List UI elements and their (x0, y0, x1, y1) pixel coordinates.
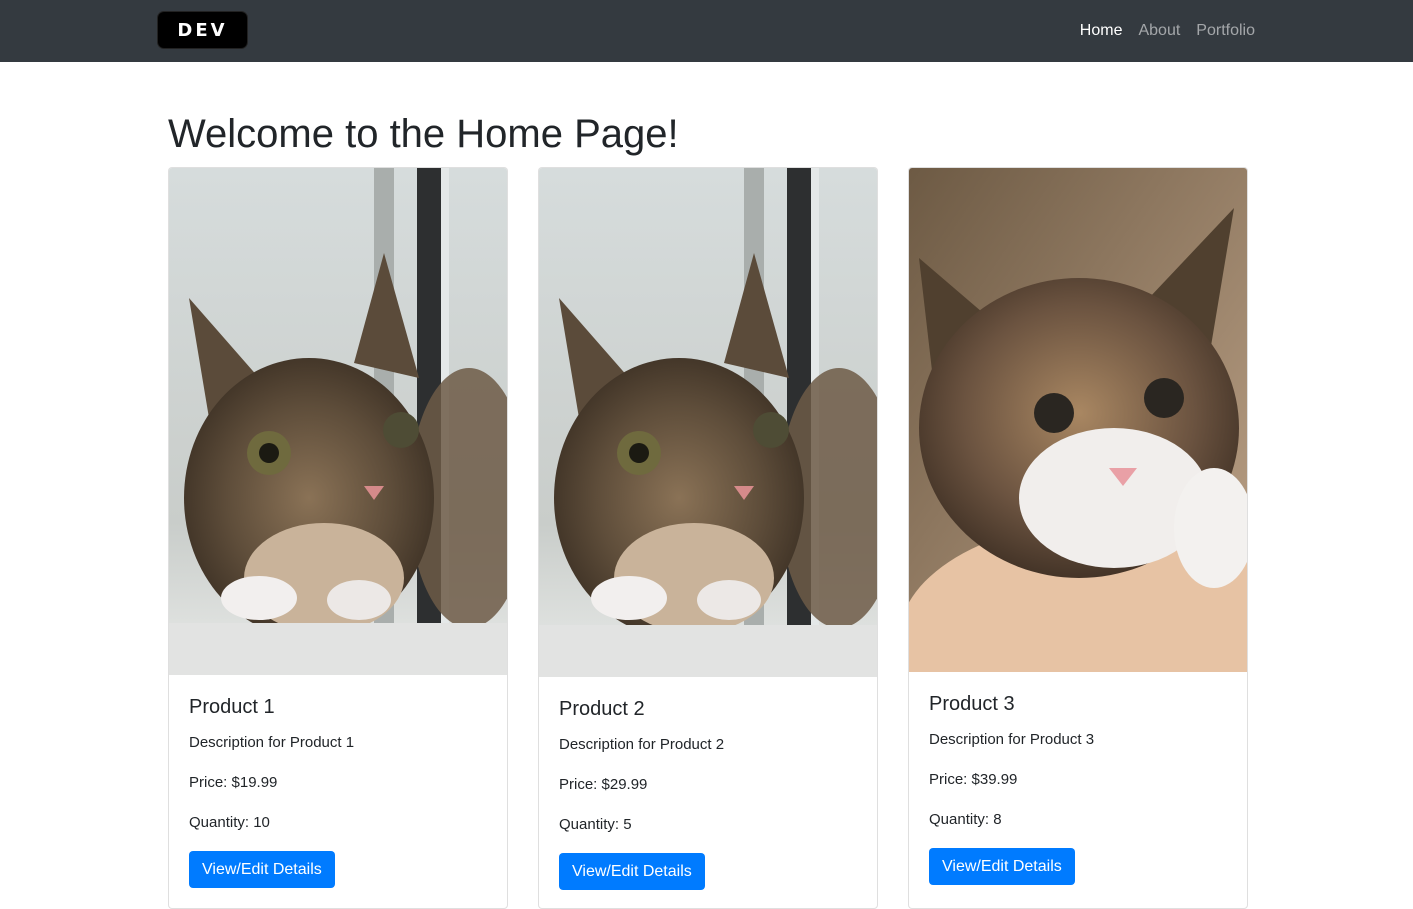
brand-text: DEV (177, 19, 228, 41)
product-card-1: Product 1 Description for Product 1 Pric… (168, 167, 508, 909)
product-card-3: Product 3 Description for Product 3 Pric… (908, 167, 1248, 909)
product-description: Description for Product 3 (929, 731, 1095, 748)
product-name: Product 2 (559, 698, 645, 720)
product-name: Product 3 (929, 693, 1015, 715)
view-edit-details-button[interactable]: View/Edit Details (189, 851, 335, 889)
nav-links: Home About Portfolio (1080, 0, 1255, 62)
product-description: Description for Product 2 (559, 736, 725, 753)
card-body-2: Product 2 Description for Product 2 Pric… (539, 677, 877, 908)
product-description: Description for Product 1 (189, 734, 355, 751)
nav-link-portfolio[interactable]: Portfolio (1196, 22, 1255, 40)
product-quantity: Quantity: 5 (559, 816, 632, 833)
product-image-1 (169, 168, 507, 675)
page-title: Welcome to the Home Page! (168, 112, 679, 156)
product-price: Price: $19.99 (189, 774, 278, 791)
navbar: DEV Home About Portfolio (0, 0, 1413, 62)
nav-link-home[interactable]: Home (1080, 22, 1123, 40)
card-body-3: Product 3 Description for Product 3 Pric… (909, 672, 1247, 905)
view-edit-details-button[interactable]: View/Edit Details (929, 848, 1075, 886)
product-quantity: Quantity: 8 (929, 811, 1002, 828)
nav-link-about[interactable]: About (1138, 22, 1180, 40)
product-image-3 (909, 168, 1247, 672)
product-price: Price: $29.99 (559, 776, 648, 793)
product-image-2 (539, 168, 877, 677)
product-price: Price: $39.99 (929, 771, 1018, 788)
product-name: Product 1 (189, 696, 275, 718)
view-edit-details-button[interactable]: View/Edit Details (559, 853, 705, 891)
product-quantity: Quantity: 10 (189, 814, 270, 831)
brand-logo[interactable]: DEV (158, 12, 247, 48)
card-body-1: Product 1 Description for Product 1 Pric… (169, 675, 507, 908)
product-card-2: Product 2 Description for Product 2 Pric… (538, 167, 878, 909)
